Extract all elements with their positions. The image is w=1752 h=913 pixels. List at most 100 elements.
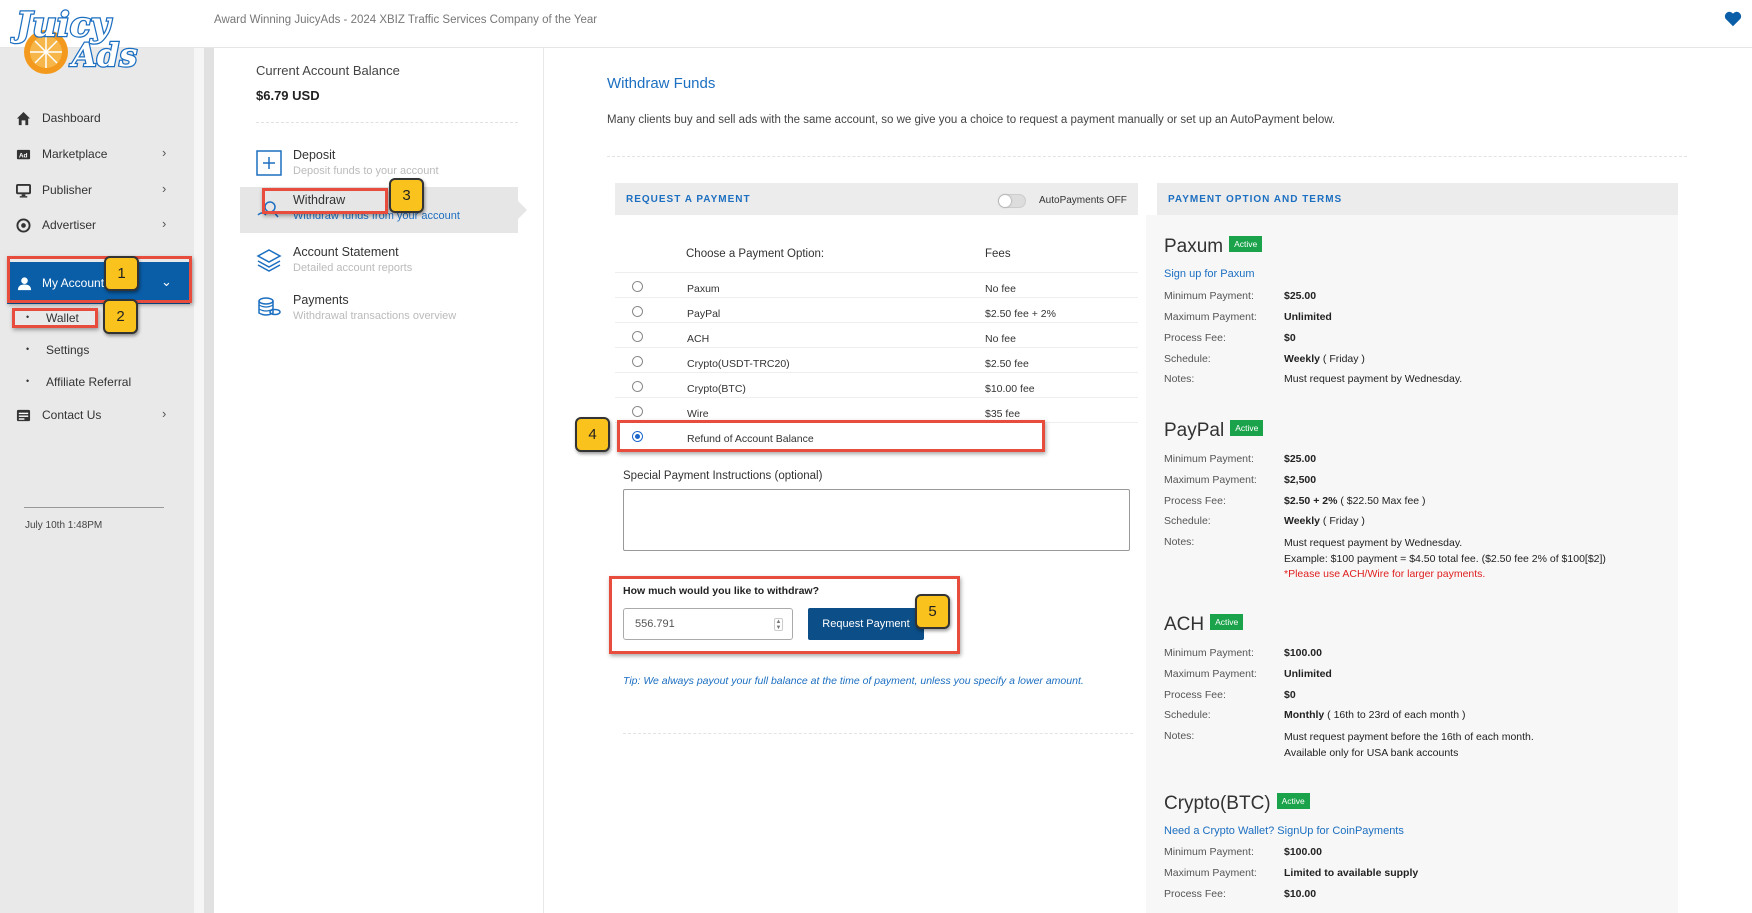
header-tagline: Award Winning JuicyAds - 2024 XBIZ Traff… [214,14,598,26]
sidebar-item-label: Contact Us [42,408,102,422]
highlight-refund-option [617,420,1045,452]
page-description: Many clients buy and sell ads with the s… [607,114,1336,126]
payment-option-fee: No fee [985,283,1016,295]
payment-option-name: Crypto(USDT-TRC20) [687,358,790,370]
option-name: Paxum [1164,236,1224,257]
process-fee-value: $0 [1284,332,1296,344]
notes-value: Must request payment by Wednesday. Examp… [1284,537,1606,580]
account-menu-subtitle: Deposit funds to your account [293,165,439,177]
page-divider [607,156,1687,157]
account-menu-deposit[interactable]: Deposit Deposit funds to your account [240,142,530,188]
request-panel-title: REQUEST A PAYMENT [626,194,751,205]
sidebar-item-publisher[interactable]: Publisher › [0,173,194,207]
monitor-icon [16,183,31,198]
option-name: PayPal [1164,420,1225,441]
notes-value: Must request payment before the 16th of … [1284,731,1534,759]
payment-option-fee: No fee [985,333,1016,345]
account-menu-statement[interactable]: Account Statement Detailed account repor… [240,239,530,285]
schedule-value: Weekly ( Friday ) [1284,353,1365,365]
table-divider [615,297,1138,298]
payment-option-row[interactable]: Paxum No fee [615,278,1138,303]
min-payment-value: $100.00 [1284,846,1322,858]
terms-panel-title: PAYMENT OPTION AND TERMS [1168,194,1343,205]
sidebar-item-label: Publisher [42,183,93,197]
chevron-right-icon: › [162,145,167,160]
layers-icon [256,249,282,272]
sidebar-subitem-affiliate-referral[interactable]: Affiliate Referral [26,375,132,389]
payment-option-name: Crypto(BTC) [687,383,746,395]
process-fee-label: Process Fee: [1164,495,1226,507]
account-menu-title: Deposit [293,148,336,162]
min-payment-value: $25.00 [1284,453,1317,465]
max-payment-label: Maximum Payment: [1164,668,1257,680]
chevron-right-icon: › [162,181,167,196]
process-fee-value: $2.50 + 2% ( $22.50 Max fee ) [1284,495,1426,507]
min-payment-label: Minimum Payment: [1164,290,1254,302]
autopay-toggle[interactable] [998,194,1026,208]
process-fee-label: Process Fee: [1164,689,1226,701]
payment-option-row[interactable]: ACH No fee [615,328,1138,353]
schedule-label: Schedule: [1164,709,1211,721]
account-menu-title: Payments [293,293,349,307]
process-fee-value: $10.00 [1284,888,1317,900]
schedule-value: Monthly ( 16th to 23rd of each month ) [1284,709,1466,721]
payment-option-row[interactable]: Crypto(USDT-TRC20) $2.50 fee [615,353,1138,378]
terms-paypal-heading: PayPal Active [1164,420,1264,442]
payment-option-radio[interactable] [632,406,643,417]
paxum-signup-link[interactable]: Sign up for Paxum [1164,268,1255,280]
min-payment-value: $100.00 [1284,647,1322,659]
payout-tip: Tip: We always payout your full balance … [623,675,1084,687]
request-panel-header: REQUEST A PAYMENT AutoPayments OFF [615,183,1138,215]
min-payment-label: Minimum Payment: [1164,846,1254,858]
active-badge: Active [1276,793,1310,809]
callout-number: 3 [389,178,424,213]
payment-option-radio[interactable] [632,306,643,317]
notes-label: Notes: [1164,730,1195,742]
sidebar-divider [24,507,164,508]
payment-option-radio[interactable] [632,381,643,392]
terms-panel-header: PAYMENT OPTION AND TERMS [1157,183,1678,215]
max-payment-value: $2,500 [1284,474,1317,486]
min-payment-label: Minimum Payment: [1164,453,1254,465]
heart-icon[interactable] [1724,10,1742,28]
max-payment-value: Unlimited [1284,668,1332,680]
terms-paxum-heading: Paxum Active [1164,236,1263,258]
sidebar-subitem-settings[interactable]: Settings [26,343,89,357]
sidebar-gutter-2 [204,48,214,913]
chevron-right-icon: › [162,406,167,421]
active-badge: Active [1230,420,1264,436]
juicyads-logo[interactable]: Juicy Ads [10,2,178,82]
sidebar-subitem-label: Affiliate Referral [46,375,132,389]
notes-value: Must request payment by Wednesday. [1284,373,1463,385]
payment-option-radio[interactable] [632,281,643,292]
payment-option-fee: $2.50 fee + 2% [985,308,1056,320]
payment-option-radio[interactable] [632,331,643,342]
payment-option-row[interactable]: Crypto(BTC) $10.00 fee [615,378,1138,403]
sidebar-item-dashboard[interactable]: Dashboard [0,101,194,135]
max-payment-label: Maximum Payment: [1164,867,1257,879]
min-payment-value: $25.00 [1284,290,1317,302]
highlight-my-account [7,256,192,303]
payment-option-row[interactable]: PayPal $2.50 fee + 2% [615,303,1138,328]
instructions-label: Special Payment Instructions (optional) [623,470,823,482]
sidebar-item-contact-us[interactable]: Contact Us › [0,398,194,432]
payment-option-name: PayPal [687,308,721,320]
target-icon [16,218,31,233]
sidebar-item-label: Marketplace [42,147,108,161]
table-divider [615,272,1138,273]
sidebar-item-advertiser[interactable]: Advertiser › [0,208,194,242]
active-badge: Active [1229,236,1263,252]
account-menu-payments[interactable]: Payments Withdrawal transactions overvie… [240,287,530,333]
instructions-textarea[interactable] [623,489,1130,551]
chevron-right-icon: › [162,216,167,231]
coinpayments-signup-link[interactable]: Need a Crypto Wallet? SignUp for CoinPay… [1164,825,1404,837]
payment-option-radio[interactable] [632,356,643,367]
svg-text:Ad: Ad [19,152,28,159]
max-payment-label: Maximum Payment: [1164,311,1257,323]
notes-label: Notes: [1164,373,1195,385]
balance-value: $6.79 USD [256,88,320,103]
payment-option-fee: $10.00 fee [985,383,1035,395]
sidebar-item-marketplace[interactable]: Ad Marketplace › [0,137,194,171]
account-menu-title: Account Statement [293,245,399,259]
table-divider [615,322,1138,323]
